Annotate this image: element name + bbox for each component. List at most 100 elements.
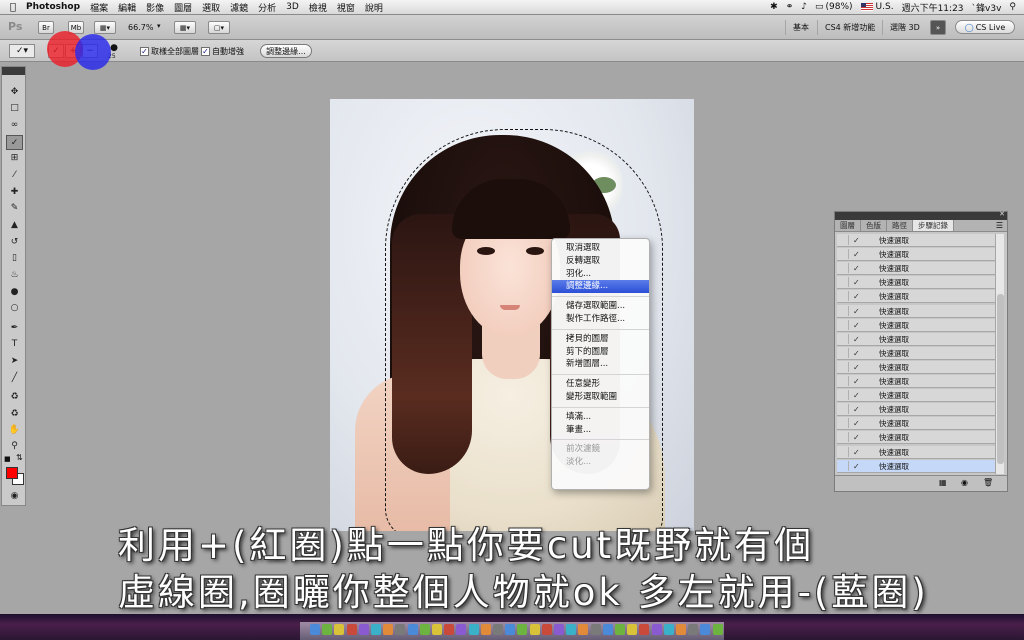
move-tool-icon[interactable]: ✥ (6, 85, 23, 100)
user-name[interactable]: `鋒v3v (972, 1, 1002, 14)
cs-live-button[interactable]: ◯ CS Live (955, 20, 1015, 34)
menu-edit[interactable]: 編輯 (118, 1, 136, 14)
eyedropper-tool-icon[interactable]: ⁄ (6, 168, 23, 183)
menu-item-fill[interactable]: 填滿... (552, 411, 649, 424)
dock-app-icon[interactable] (383, 624, 394, 635)
workspace-3d[interactable]: 選階 3D (882, 20, 927, 35)
quick-mask-icon[interactable]: ◉ (6, 489, 23, 504)
swap-colors-icon[interactable]: ⇅ (16, 453, 23, 462)
dock-app-icon[interactable] (444, 624, 455, 635)
history-panel-titlebar[interactable]: ✕ (835, 210, 1007, 220)
close-panel-icon[interactable]: ✕ (999, 210, 1005, 218)
menu-window[interactable]: 視窗 (337, 1, 355, 14)
tools-panel-header[interactable] (2, 67, 25, 75)
dock-app-icon[interactable] (700, 624, 711, 635)
dock-app-icon[interactable] (712, 624, 723, 635)
marquee-tool-icon[interactable]: □ (6, 101, 23, 116)
dock-app-icon[interactable] (505, 624, 516, 635)
menu-item-layer-via-copy[interactable]: 拷貝的圖層 (552, 333, 649, 346)
history-source-checkbox[interactable] (839, 291, 849, 302)
menu-item-inverse[interactable]: 反轉選取 (552, 255, 649, 268)
default-colors-icon[interactable]: ■ (4, 455, 11, 463)
tab-layers[interactable]: 圖層 (835, 220, 861, 231)
dock-app-icon[interactable] (407, 624, 418, 635)
history-source-checkbox[interactable] (839, 319, 849, 330)
history-scrollbar-thumb[interactable] (997, 294, 1004, 464)
workspace-essentials[interactable]: 基本 (785, 20, 816, 35)
dock-app-icon[interactable] (639, 624, 650, 635)
tab-history[interactable]: 步驟記錄 (913, 220, 954, 231)
menu-filter[interactable]: 濾鏡 (230, 1, 248, 14)
history-source-checkbox[interactable] (839, 390, 849, 401)
dock-app-icon[interactable] (456, 624, 467, 635)
menu-item-refine-edge[interactable]: 調整邊緣... (552, 280, 649, 294)
history-source-checkbox[interactable] (839, 418, 849, 429)
history-source-checkbox[interactable] (839, 347, 849, 358)
crop-tool-icon[interactable]: ⊞ (6, 151, 23, 166)
history-scrollbar[interactable] (995, 234, 1004, 474)
dock-app-icon[interactable] (615, 624, 625, 635)
menu-3d[interactable]: 3D (286, 2, 299, 12)
dock-app-icon[interactable] (663, 624, 674, 635)
dock-app-icon[interactable] (566, 624, 577, 635)
dock-app-icon[interactable] (346, 624, 357, 635)
menu-item-make-work-path[interactable]: 製作工作路徑... (552, 313, 649, 326)
dock-app-icon[interactable] (334, 624, 345, 635)
history-state-row[interactable]: ✓ 快速選取 (837, 403, 995, 417)
dock-app-icon[interactable] (590, 624, 601, 635)
history-state-row[interactable]: ✓ 快速選取 (837, 375, 995, 388)
menu-file[interactable]: 檔案 (90, 1, 108, 14)
apple-icon[interactable]:  (0, 2, 26, 13)
dock-app-icon[interactable] (602, 624, 613, 635)
volume-icon[interactable]: ♪ (801, 2, 807, 12)
history-state-row[interactable]: ✓ 快速選取 (837, 332, 995, 346)
type-tool-icon[interactable]: T (6, 337, 23, 352)
menu-help[interactable]: 說明 (365, 1, 383, 14)
auto-enhance-checkbox[interactable]: ✓ 自動增強 (201, 46, 244, 57)
zoom-tool-icon[interactable]: ⚲ (6, 439, 23, 454)
zoom-level[interactable]: 66.7% (128, 23, 153, 32)
new-document-from-state-icon[interactable]: ▦ (939, 478, 947, 487)
dock-app-icon[interactable] (371, 624, 381, 635)
menu-analysis[interactable]: 分析 (258, 1, 276, 14)
menu-layer[interactable]: 圖層 (174, 1, 192, 14)
sample-all-layers-checkbox[interactable]: ✓ 取樣全部圖層 (140, 46, 199, 57)
workspace-cs4[interactable]: CS4 新增功能 (817, 20, 882, 35)
wifi-icon[interactable]: ⚭ (786, 2, 794, 12)
history-source-checkbox[interactable] (839, 432, 849, 443)
bluetooth-icon[interactable]: ✱ (770, 2, 778, 12)
menu-item-deselect[interactable]: 取消選取 (552, 242, 649, 255)
clone-stamp-tool-icon[interactable]: ▲ (6, 218, 23, 233)
history-source-checkbox[interactable] (839, 460, 849, 471)
dock-app-icon[interactable] (676, 624, 686, 635)
quick-selection-tool-icon[interactable]: ✓ (6, 135, 23, 150)
us-flag-icon[interactable] (860, 3, 873, 11)
bridge-button[interactable]: Br (38, 21, 54, 34)
more-workspaces-icon[interactable]: » (930, 20, 946, 35)
menu-item-feather[interactable]: 羽化... (552, 268, 649, 281)
dock-app-icon[interactable] (358, 624, 369, 635)
foreground-color-swatch[interactable] (6, 467, 18, 479)
menu-image[interactable]: 影像 (146, 1, 164, 14)
dock-app-icon[interactable] (578, 624, 589, 635)
screen-mode-button[interactable]: ▢▾ (208, 21, 230, 34)
history-source-checkbox[interactable] (839, 263, 849, 274)
view-extras-button[interactable]: ▦▾ (94, 21, 116, 34)
menu-item-free-transform[interactable]: 任意變形 (552, 378, 649, 391)
tool-preset-picker[interactable]: ✓▾ (9, 44, 35, 58)
history-source-checkbox[interactable] (839, 235, 849, 245)
dock-app-icon[interactable] (480, 624, 491, 635)
history-state-row[interactable]: ✓ 快速選取 (837, 262, 995, 276)
healing-brush-tool-icon[interactable]: ✚ (6, 185, 23, 200)
dock-app-icon[interactable] (432, 624, 442, 635)
history-state-row[interactable]: ✓ 快速選取 (837, 459, 995, 473)
history-state-row[interactable]: ✓ 快速選取 (837, 290, 995, 304)
clock[interactable]: 週六下午11:23 (902, 1, 964, 14)
line-tool-icon[interactable]: ╱ (6, 371, 23, 386)
history-source-checkbox[interactable] (839, 305, 849, 316)
dock-app-icon[interactable] (419, 624, 430, 635)
pen-tool-icon[interactable]: ✒ (6, 321, 23, 336)
history-source-checkbox[interactable] (839, 333, 849, 344)
battery-icon[interactable]: ▭ (815, 2, 824, 12)
hand-tool-icon[interactable]: ✋ (6, 423, 23, 438)
